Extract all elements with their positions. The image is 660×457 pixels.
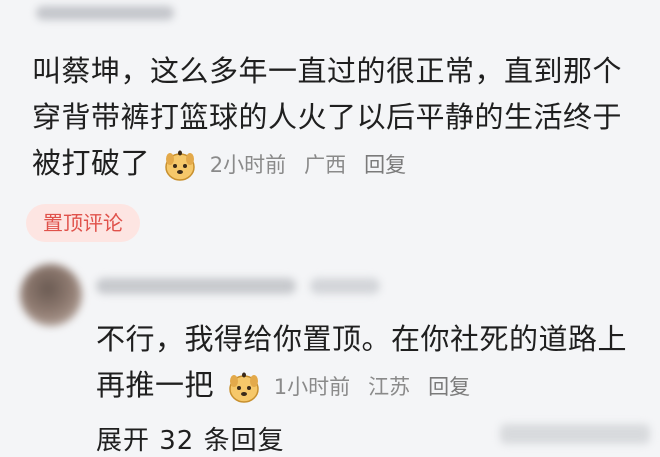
top-comment-location: 广西: [304, 153, 347, 177]
dog-face-emoji-icon: [228, 372, 259, 403]
reply-comment-meta: 1小时前 江苏 回复: [226, 364, 470, 410]
expand-replies-button[interactable]: 展开 32 条回复: [96, 420, 285, 457]
reply-comment-time: 1小时前: [273, 375, 351, 399]
top-comment-time: 2小时前: [209, 153, 287, 177]
top-comment-username-blurred: [36, 6, 174, 20]
top-comment-meta: 2小时前 广西 回复: [162, 142, 406, 188]
top-comment: 叫蔡坤，这么多年一直过的很正常，直到那个穿背带裤打篮球的人火了以后平静的生活终于…: [32, 48, 642, 188]
reply-comment-reply-button[interactable]: 回复: [428, 364, 470, 410]
avatar[interactable]: [20, 264, 82, 326]
reply-comment: 不行，我得给你置顶。在你社死的道路上再推一把 1小时前 江苏 回复: [96, 316, 656, 410]
reply-comment-location: 江苏: [368, 375, 411, 399]
reply-username-blurred: [96, 278, 296, 294]
top-comment-reply-button[interactable]: 回复: [364, 142, 406, 188]
reply-username-extra-blurred: [310, 278, 380, 294]
corner-watermark-blurred: [500, 424, 650, 444]
dog-face-emoji-icon: [164, 150, 195, 181]
pinned-comment-badge: 置顶评论: [26, 204, 140, 242]
